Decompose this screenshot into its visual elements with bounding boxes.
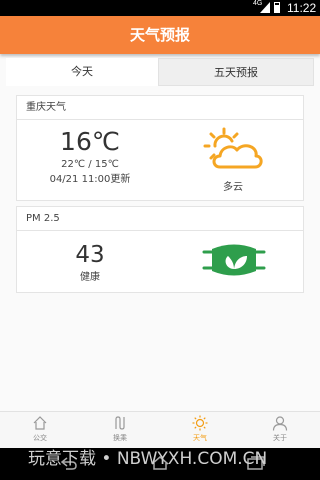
- transfer-icon: [115, 416, 125, 430]
- person-icon: [272, 416, 288, 431]
- signal-icon: [260, 2, 270, 13]
- status-time: 11:22: [287, 1, 317, 15]
- tab-five-day-forecast[interactable]: 五天预报: [158, 58, 314, 86]
- sun-icon: [192, 415, 208, 431]
- pm25-card: PM 2.5 43 健康: [16, 206, 304, 293]
- pm25-level: 健康: [80, 272, 100, 283]
- mask-icon: [202, 244, 266, 276]
- page-title: 天气预报: [129, 26, 190, 44]
- temperature-range: 22℃ / 15℃: [61, 159, 119, 170]
- update-time: 04/21 11:00更新: [49, 174, 131, 185]
- weather-card: 重庆天气 16℃ 22℃ / 15℃ 04/21 11:00更新 多云: [16, 95, 304, 201]
- nav-label-about: 关于: [273, 434, 287, 442]
- weather-card-title: 重庆天气: [17, 96, 303, 120]
- nav-label-weather: 天气: [193, 434, 207, 442]
- battery-icon: [274, 2, 280, 13]
- pm25-value: 43: [75, 242, 105, 268]
- watermark-text: 玩意下载 • NBWYXH.COM.CN: [28, 449, 268, 469]
- weather-condition: 多云: [223, 182, 243, 193]
- nav-item-about[interactable]: 关于: [240, 415, 320, 447]
- nav-item-bus[interactable]: 公交: [0, 415, 80, 447]
- current-temperature: 16℃: [60, 127, 120, 156]
- nav-item-transfer[interactable]: 换乘: [80, 415, 160, 447]
- pm25-card-title: PM 2.5: [17, 207, 303, 231]
- nav-label-transfer: 换乘: [113, 434, 127, 442]
- partly-cloudy-icon: [203, 127, 263, 169]
- tab-today[interactable]: 今天: [6, 58, 158, 86]
- nav-item-weather[interactable]: 天气: [160, 415, 240, 447]
- bottom-nav: 公交 换乘 天气 关于: [0, 411, 320, 448]
- bus-icon: [33, 416, 47, 430]
- app-header: 天气预报: [0, 16, 320, 54]
- nav-label-bus: 公交: [33, 434, 47, 442]
- status-bar: 4G 11:22: [0, 0, 320, 16]
